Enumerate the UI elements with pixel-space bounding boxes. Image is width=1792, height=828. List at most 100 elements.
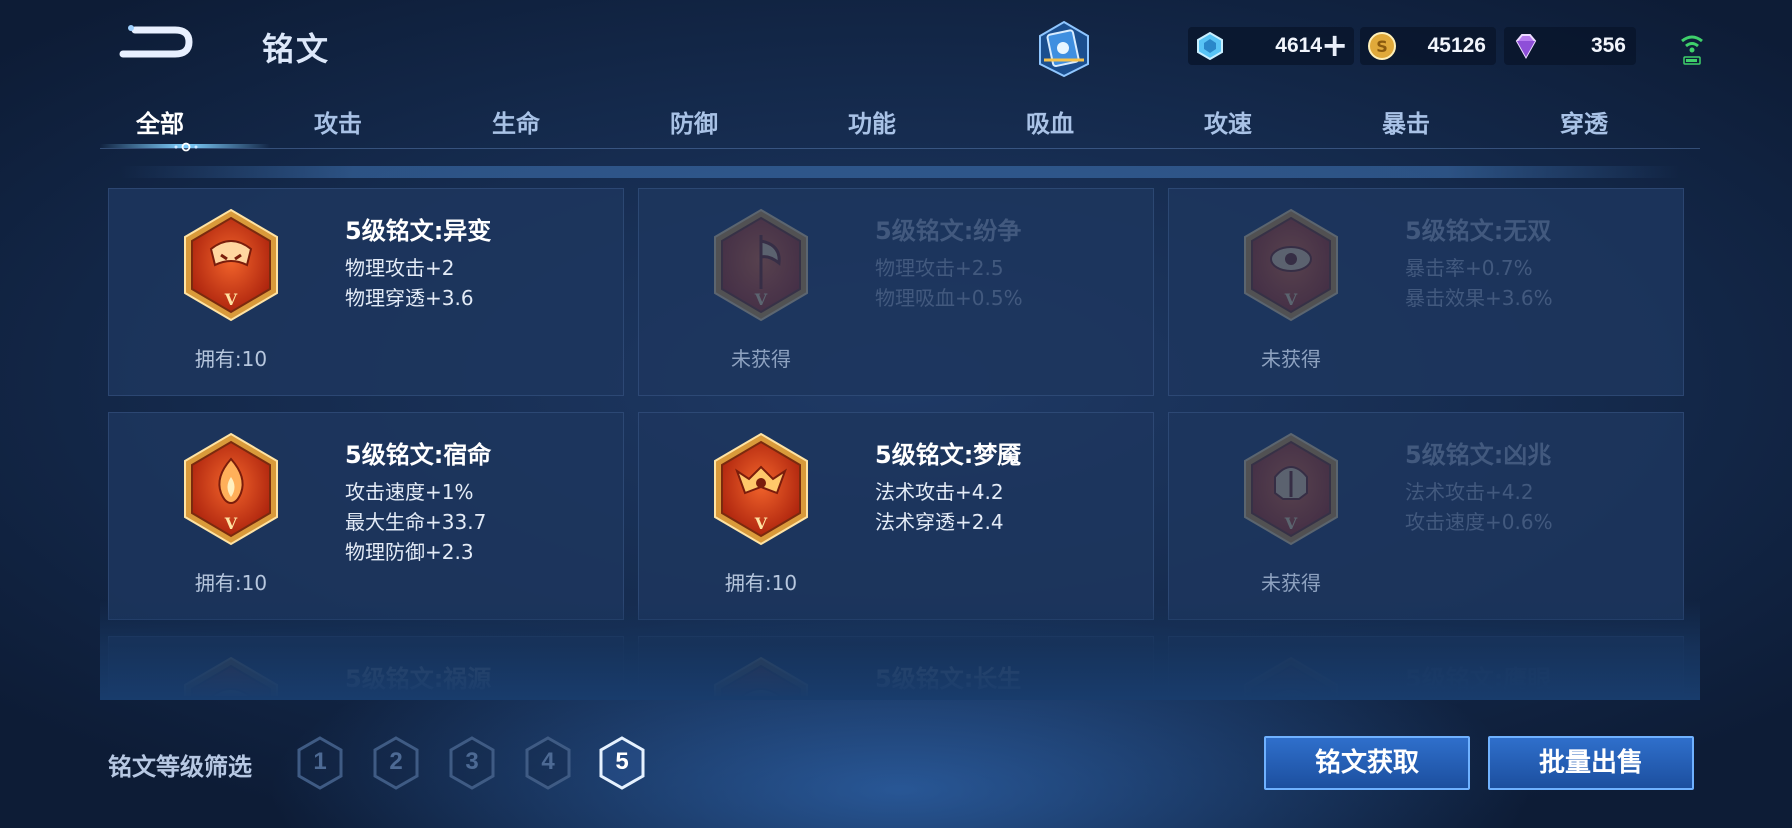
rune-stat: 攻击速度+0.6% [1405, 510, 1553, 534]
rune-emblem-icon: V [181, 207, 281, 323]
tab-attack[interactable]: 攻击 [278, 104, 398, 139]
rune-name: 5级铭文:祸源 [345, 665, 492, 693]
acquire-rune-button[interactable]: 铭文获取 [1264, 736, 1470, 790]
wifi-icon [1676, 27, 1708, 67]
rune-card[interactable]: V 5级铭文:异变物理攻击+2 物理穿透+3.6 拥有:10 [108, 188, 624, 396]
rune-name: 5级铭文:异变 [345, 217, 492, 245]
gem-value: 4614 [1275, 34, 1322, 57]
level-filter-4[interactable]: 4 [524, 736, 572, 790]
svg-text:V: V [754, 290, 768, 309]
purple-diamond-icon [1512, 32, 1540, 60]
rune-name: 5级铭文:凶兆 [1405, 441, 1552, 469]
bulk-sell-button[interactable]: 批量出售 [1488, 736, 1694, 790]
level-filter-5[interactable]: 5 [598, 736, 646, 790]
rune-stat: 暴击率+0.7% [1405, 256, 1533, 280]
rune-name: 5级铭文:宿命 [345, 441, 492, 469]
level-filter-label: 铭文等级筛选 [108, 753, 252, 781]
svg-text:S: S [1376, 37, 1388, 56]
tab-defense[interactable]: 防御 [634, 104, 754, 139]
rune-emblem-icon: V [181, 431, 281, 547]
rune-stat: 法术穿透+2.4 [875, 510, 1004, 534]
back-arrow-icon[interactable] [113, 24, 195, 60]
rune-stat: 物理攻击+2 [345, 256, 455, 280]
rune-stats: 物理攻击+2.5 物理吸血+0.5% [875, 253, 1023, 313]
add-gem-button[interactable]: + [1321, 28, 1348, 62]
level-filter-label: 4 [541, 748, 555, 775]
gold-currency: S 45126 [1360, 27, 1496, 65]
rune-name: 5级铭文:纷争 [875, 217, 1022, 245]
gem-currency: 4614 + [1188, 27, 1354, 65]
page-title: 铭文 [262, 30, 331, 68]
rune-card[interactable]: V 5级铭文:凶兆法术攻击+4.2 攻击速度+0.6% 未获得 [1168, 412, 1684, 620]
rune-card[interactable]: V 5级铭文:祸源 [108, 636, 624, 696]
svg-text:V: V [1284, 290, 1298, 309]
rune-stat: 物理防御+2.3 [345, 540, 474, 564]
tabs-divider [100, 148, 1700, 149]
category-tabs: 全部 攻击 生命 防御 功能 吸血 攻速 暴击 穿透 [100, 98, 1700, 154]
tab-all[interactable]: 全部 [100, 104, 220, 139]
rune-name: 5级铭文:梦魇 [875, 441, 1022, 469]
level-filter-label: 5 [615, 748, 629, 775]
rune-emblem-icon: V [1241, 655, 1341, 696]
rune-name: 5级铭文:鹰眼 [1405, 665, 1552, 693]
level-filter-1[interactable]: 1 [296, 736, 344, 790]
rune-name: 5级铭文:长生 [875, 665, 1022, 693]
level-filter-3[interactable]: 3 [448, 736, 496, 790]
level-filter-label: 1 [313, 748, 327, 775]
rune-name: 5级铭文:无双 [1405, 217, 1552, 245]
rune-card[interactable]: V 5级铭文:无双暴击率+0.7% 暴击效果+3.6% 未获得 [1168, 188, 1684, 396]
rune-owned-count: 拥有:10 [194, 571, 268, 595]
diamond-currency: 356 [1504, 27, 1636, 65]
rune-stats: 暴击率+0.7% 暴击效果+3.6% [1405, 253, 1553, 313]
rune-card[interactable]: V 5级铭文:梦魇法术攻击+4.2 法术穿透+2.4 拥有:10 [638, 412, 1154, 620]
level-filter-label: 3 [465, 748, 479, 775]
rune-emblem-icon: V [181, 655, 281, 696]
rune-card[interactable]: V 5级铭文:长生 [638, 636, 1154, 696]
rune-card[interactable]: V 5级铭文:鹰眼 [1168, 636, 1684, 696]
rune-card[interactable]: V 5级铭文:宿命攻击速度+1% 最大生命+33.7 物理防御+2.3 拥有:10 [108, 412, 624, 620]
svg-text:V: V [754, 514, 768, 533]
rune-stat: 物理吸血+0.5% [875, 286, 1023, 310]
rune-emblem-icon: V [1241, 431, 1341, 547]
rune-owned-count: 未获得 [1261, 347, 1321, 371]
top-bar: 铭文 4614 + S 45126 356 [0, 0, 1792, 95]
svg-text:V: V [224, 514, 238, 533]
list-top-glow [120, 166, 1680, 178]
rune-emblem-icon: V [1241, 207, 1341, 323]
tab-lifesteal[interactable]: 吸血 [990, 104, 1110, 139]
rune-stat: 法术攻击+4.2 [1405, 480, 1534, 504]
rune-owned-count: 未获得 [1261, 571, 1321, 595]
tab-health[interactable]: 生命 [456, 104, 576, 139]
rune-emblem-icon: V [711, 431, 811, 547]
rune-stat: 物理穿透+3.6 [345, 286, 474, 310]
rune-stat: 物理攻击+2.5 [875, 256, 1004, 280]
rune-owned-count: 未获得 [731, 347, 791, 371]
gold-coin-icon: S [1368, 32, 1396, 60]
rune-emblem-icon: V [711, 655, 811, 696]
rune-book-icon[interactable] [1036, 20, 1092, 78]
rune-owned-count: 拥有:10 [194, 347, 268, 371]
rune-stat: 法术攻击+4.2 [875, 480, 1004, 504]
tab-utility[interactable]: 功能 [812, 104, 932, 139]
blue-crystal-icon [1196, 31, 1224, 61]
tab-critical[interactable]: 暴击 [1346, 104, 1466, 139]
tab-attack-speed[interactable]: 攻速 [1168, 104, 1288, 139]
diamond-value: 356 [1590, 34, 1626, 57]
rune-stats: 物理攻击+2 物理穿透+3.6 [345, 253, 474, 313]
rune-card[interactable]: V 5级铭文:纷争物理攻击+2.5 物理吸血+0.5% 未获得 [638, 188, 1154, 396]
svg-text:V: V [1284, 514, 1298, 533]
rune-stats: 法术攻击+4.2 攻击速度+0.6% [1405, 477, 1553, 537]
rune-stat: 攻击速度+1% [345, 480, 474, 504]
rune-stats: 攻击速度+1% 最大生命+33.7 物理防御+2.3 [345, 477, 486, 567]
rune-owned-count: 拥有:10 [724, 571, 798, 595]
level-filter-2[interactable]: 2 [372, 736, 420, 790]
active-tab-dots [168, 138, 204, 152]
level-filter-label: 2 [389, 748, 403, 775]
gold-value: 45126 [1427, 34, 1486, 57]
rune-emblem-icon: V [711, 207, 811, 323]
rune-stat: 暴击效果+3.6% [1405, 286, 1553, 310]
rune-stats: 法术攻击+4.2 法术穿透+2.4 [875, 477, 1004, 537]
tab-penetration[interactable]: 穿透 [1524, 104, 1644, 139]
svg-text:V: V [224, 290, 238, 309]
rune-stat: 最大生命+33.7 [345, 510, 487, 534]
